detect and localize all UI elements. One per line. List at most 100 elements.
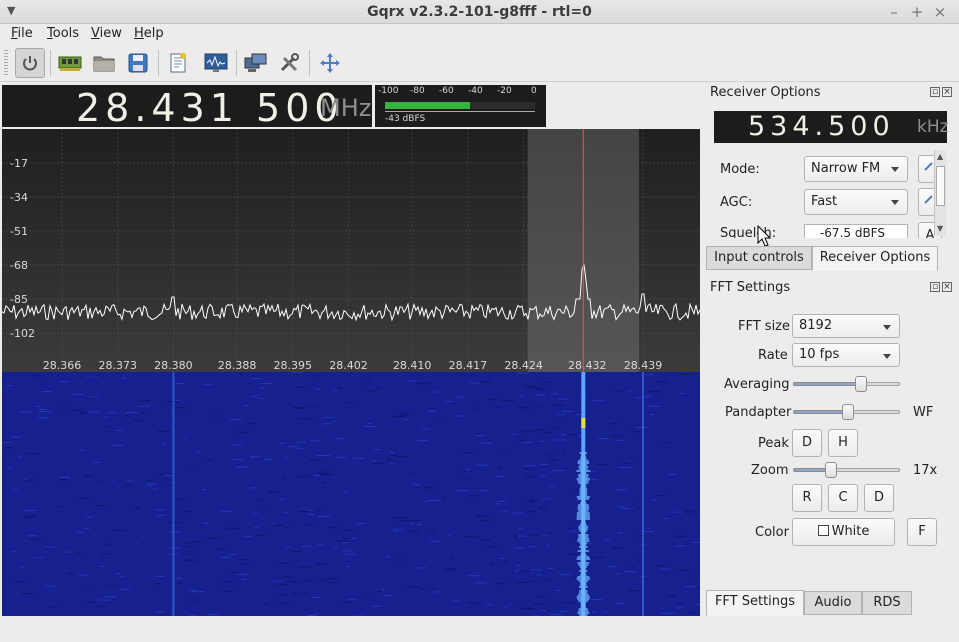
waterfall-noise <box>337 540 351 542</box>
waterfall-noise <box>344 553 356 555</box>
averaging-slider[interactable] <box>793 376 900 392</box>
fft-size-select[interactable]: 8192 <box>792 314 900 338</box>
menu-file[interactable]: File <box>11 26 33 41</box>
waterfall-signal-spread <box>580 604 586 606</box>
scroll-up-icon[interactable]: ▲ <box>937 152 943 161</box>
waterfall-noise <box>176 577 181 579</box>
waterfall-noise <box>649 414 655 416</box>
waterfall-signal-spread <box>577 540 590 542</box>
peak-detect-button[interactable]: D <box>792 429 822 457</box>
zoom-center-button[interactable]: C <box>828 484 858 512</box>
fullscreen-icon <box>320 53 340 73</box>
zoom-slider[interactable] <box>793 462 900 478</box>
waterfall-noise <box>510 433 519 435</box>
zoom-demod-button[interactable]: D <box>864 484 894 512</box>
frequency-display[interactable]: 28.431 500 MHz <box>2 85 372 130</box>
tab-receiver-options[interactable]: Receiver Options <box>812 246 938 271</box>
waterfall-signal-spread <box>577 612 590 614</box>
waterfall-signal-spread <box>580 554 587 556</box>
menu-tools[interactable]: Tools <box>47 26 79 41</box>
mode-select[interactable]: Narrow FM <box>804 156 908 182</box>
spectrum-plot[interactable]: -17 -34 -51 -68 -85 -102 28.366 28.373 28.380 28.… <box>2 129 700 372</box>
waterfall-noise <box>20 593 34 595</box>
maximize-button[interactable]: + <box>909 3 925 21</box>
tools-button[interactable] <box>274 48 304 78</box>
waterfall-noise <box>146 483 157 485</box>
fullscreen-button[interactable] <box>315 48 345 78</box>
bookmark-icon <box>170 53 186 73</box>
waterfall-noise <box>619 508 631 510</box>
scrollbar-thumb[interactable] <box>936 166 945 206</box>
waterfall-noise <box>424 487 435 489</box>
menu-view[interactable]: View <box>91 26 122 41</box>
waterfall-noise <box>237 372 243 374</box>
waterfall-noise <box>485 604 494 606</box>
waterfall-noise <box>83 528 90 530</box>
waterfall-signal-spread <box>576 514 590 516</box>
offset-display[interactable]: 534.500 kHz <box>714 111 949 143</box>
waterfall-noise <box>94 605 107 607</box>
waterfall-noise <box>89 411 100 413</box>
slider-handle[interactable] <box>825 462 837 478</box>
waterfall-signal-spread <box>578 536 589 538</box>
close-dock-icon[interactable]: × <box>942 282 952 292</box>
minimize-button[interactable]: – <box>886 3 902 21</box>
waterfall-noise <box>596 464 607 466</box>
save-button[interactable] <box>123 48 153 78</box>
slider-handle[interactable] <box>855 376 867 392</box>
waterfall-signal-spread <box>578 534 589 536</box>
tab-input-controls[interactable]: Input controls <box>706 246 812 270</box>
rate-select[interactable]: 10 fps <box>792 343 900 367</box>
offset-unit: kHz <box>917 117 949 137</box>
open-button[interactable] <box>89 48 119 78</box>
tab-audio[interactable]: Audio <box>804 591 862 615</box>
waterfall-noise <box>222 590 235 592</box>
waterfall-noise <box>342 550 352 552</box>
waterfall-noise <box>566 434 577 436</box>
x-tick-label: 28.395 <box>274 359 313 372</box>
menu-help[interactable]: Help <box>134 26 164 41</box>
peak-hold-button[interactable]: H <box>828 429 858 457</box>
waterfall-noise <box>423 501 428 503</box>
waterfall-noise <box>196 451 200 453</box>
waterfall-signal-spread <box>577 562 590 564</box>
fft-settings-button[interactable] <box>201 48 231 78</box>
float-icon[interactable]: ▫ <box>930 87 940 97</box>
waterfall-noise <box>313 475 321 477</box>
waterfall-noise <box>2 393 7 395</box>
waterfall-noise <box>376 388 381 390</box>
float-icon[interactable]: ▫ <box>930 282 940 292</box>
color-button[interactable]: White <box>792 518 895 546</box>
bookmark-button[interactable] <box>163 48 193 78</box>
frequency-value[interactable]: 28.431 500 <box>76 86 344 130</box>
waterfall-noise <box>270 523 276 525</box>
scroll-down-icon[interactable]: ▼ <box>937 224 943 233</box>
offset-value[interactable]: 534.500 <box>748 111 895 142</box>
squelch-spinbox[interactable]: -67.5 dBFS <box>804 224 908 238</box>
waterfall-display[interactable] <box>2 372 700 616</box>
waterfall-noise <box>24 517 33 519</box>
zoom-reset-button[interactable]: R <box>792 484 822 512</box>
waterfall-noise <box>528 534 540 536</box>
waterfall-noise <box>346 566 351 568</box>
receiver-scrollbar[interactable]: ▲ ▼ <box>934 150 946 236</box>
waterfall-noise <box>561 434 567 436</box>
waterfall-noise <box>377 590 382 592</box>
tab-fft-settings[interactable]: FFT Settings <box>706 590 804 616</box>
remote-control-button[interactable] <box>241 48 271 78</box>
receiver-options-title: Receiver Options <box>710 85 821 100</box>
waterfall-noise <box>341 541 349 543</box>
power-button[interactable] <box>15 48 45 78</box>
waterfall-signal-spread <box>579 492 588 494</box>
waterfall-noise <box>643 530 655 532</box>
toolbar-grip[interactable] <box>4 50 8 76</box>
close-dock-icon[interactable]: × <box>942 87 952 97</box>
pandapter-wf-slider[interactable] <box>793 404 900 420</box>
agc-select[interactable]: Fast <box>804 189 908 215</box>
fill-button[interactable]: F <box>907 518 937 546</box>
tab-rds[interactable]: RDS <box>862 591 912 615</box>
waterfall-noise <box>489 563 494 565</box>
input-device-button[interactable] <box>55 48 85 78</box>
slider-handle[interactable] <box>842 404 854 420</box>
close-button[interactable]: × <box>932 3 948 21</box>
